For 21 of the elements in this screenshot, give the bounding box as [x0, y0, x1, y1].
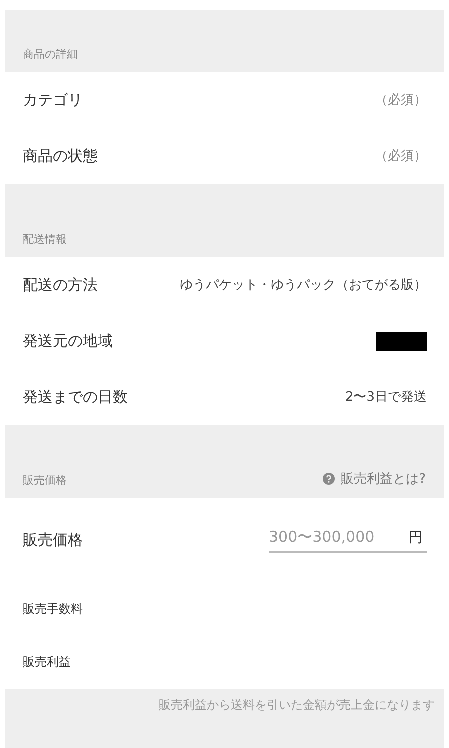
- row-label: 販売価格: [23, 531, 83, 550]
- row-value: ゆうパケット・ゆうパック（おてがる版）: [180, 277, 427, 294]
- row-label: 販売利益: [23, 654, 71, 671]
- row-label: 発送元の地域: [23, 332, 113, 350]
- row-label: 販売手数料: [23, 601, 83, 618]
- price-field[interactable]: 300〜300,000 円: [269, 528, 427, 553]
- row-value: 2〜3日で発送: [345, 389, 427, 406]
- row-value: （必須）: [375, 148, 427, 165]
- help-icon: [323, 473, 336, 485]
- help-link[interactable]: 販売利益とは?: [323, 470, 426, 488]
- section-title: 配送情報: [23, 232, 67, 247]
- row-label: 発送までの日数: [23, 388, 128, 406]
- redaction-block: [376, 332, 427, 350]
- footer-note: 販売利益から送料を引いた金額が売上金になります: [159, 697, 435, 714]
- row-label: 商品の状態: [23, 146, 98, 166]
- section-title: 販売価格: [23, 473, 67, 488]
- row-label: カテゴリ: [23, 90, 83, 110]
- row-value: （必須）: [375, 92, 427, 109]
- row-label: 配送の方法: [23, 276, 98, 294]
- currency-unit: 円: [409, 529, 423, 547]
- section-title: 商品の詳細: [23, 47, 78, 62]
